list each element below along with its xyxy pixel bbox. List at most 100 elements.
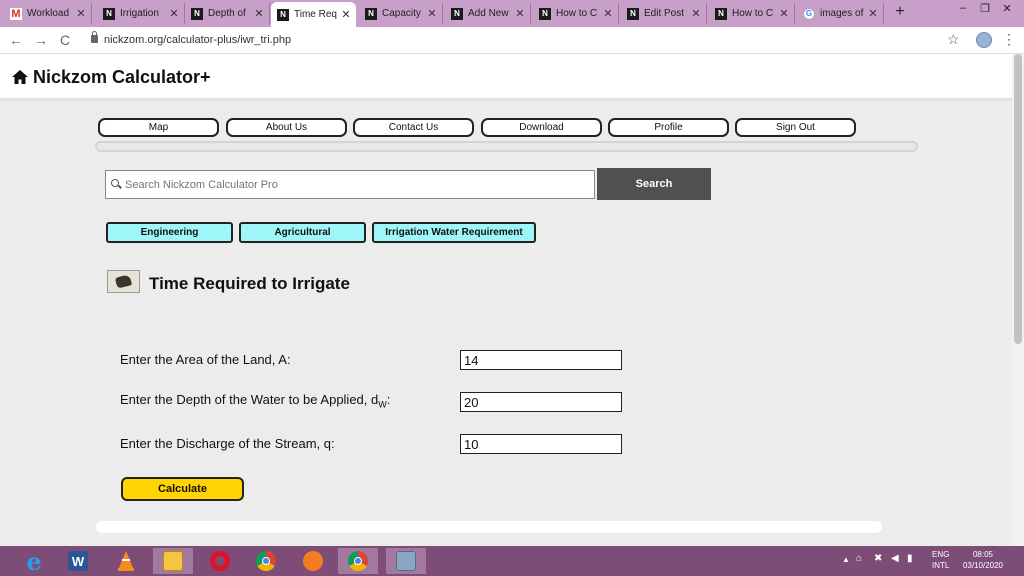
nickzom-icon: N (539, 7, 551, 20)
tab-close-icon[interactable]: ✕ (75, 7, 87, 20)
clock-date: 03/10/2020 (962, 561, 1004, 570)
restore-button[interactable]: ❐ (974, 2, 996, 15)
calculate-button[interactable]: Calculate (121, 477, 244, 501)
tab-title: Time Req (294, 9, 337, 20)
browser-tab[interactable]: N Add New ✕ (445, 3, 531, 24)
system-clock[interactable]: 08:05 03/10/2020 (958, 549, 1008, 571)
chrome-active-icon[interactable] (338, 548, 378, 574)
tab-close-icon[interactable]: ✕ (602, 7, 614, 20)
category-agricultural-button[interactable]: Agricultural (239, 222, 366, 243)
back-icon[interactable]: ← (8, 32, 24, 48)
minimize-button[interactable]: – (952, 2, 974, 14)
show-hidden-icons-icon[interactable]: ▲ (842, 555, 850, 564)
nickzom-icon: N (451, 7, 463, 20)
language-indicator[interactable]: ENG INTL (932, 549, 949, 571)
tab-title: Edit Post (644, 8, 685, 19)
new-tab-button[interactable]: + (893, 3, 907, 21)
wifi-off-icon[interactable]: ✖ (874, 553, 882, 564)
word-icon[interactable]: W (58, 548, 98, 574)
tab-title: Irrigation (120, 8, 159, 19)
depth-label: Enter the Depth of the Water to be Appli… (120, 392, 390, 410)
tab-close-icon[interactable]: ✕ (514, 7, 526, 20)
file-explorer-icon[interactable] (153, 548, 193, 574)
page-scrollbar[interactable] (1012, 54, 1024, 546)
category-irrigation-button[interactable]: Irrigation Water Requirement (372, 222, 536, 243)
tab-title: How to C (556, 8, 598, 19)
depth-input[interactable] (460, 392, 622, 412)
tab-close-icon[interactable]: ✕ (867, 7, 879, 20)
chrome-icon[interactable] (246, 548, 286, 574)
scrollbar-thumb[interactable] (1014, 54, 1022, 344)
browser-tab[interactable]: N How to C ✕ (709, 3, 795, 24)
volume-icon[interactable]: ◀ (891, 553, 899, 564)
tab-close-icon[interactable]: ✕ (690, 7, 702, 20)
tab-close-icon[interactable]: ✕ (253, 7, 265, 20)
browser-tab[interactable]: N How to C ✕ (533, 3, 619, 24)
browser-tab[interactable]: N Irrigation ✕ (97, 3, 185, 24)
area-label: Enter the Area of the Land, A: (120, 352, 291, 367)
category-engineering-button[interactable]: Engineering (106, 222, 233, 243)
opera-icon[interactable] (200, 548, 240, 574)
depth-label-colon: : (386, 392, 391, 407)
area-input[interactable] (460, 350, 622, 370)
browser-tab[interactable]: N Edit Post ✕ (621, 3, 707, 24)
calculator-glyph (396, 551, 416, 571)
tab-title: Capacity (382, 8, 421, 19)
clock-time: 08:05 (972, 550, 994, 559)
tab-close-icon[interactable]: ✕ (168, 7, 180, 20)
menu-contact-button[interactable]: Contact Us (353, 118, 474, 137)
home-icon[interactable] (12, 70, 28, 84)
menu-signout-button[interactable]: Sign Out (735, 118, 856, 137)
language-primary: ENG (932, 550, 950, 559)
internet-explorer-icon[interactable]: e (14, 547, 54, 576)
gmail-icon: M (10, 7, 22, 20)
nickzom-icon: N (715, 7, 727, 20)
calculator-thumbnail-icon (107, 270, 140, 293)
browser-tab[interactable]: N Depth of ✕ (185, 3, 270, 24)
address-bar[interactable]: nickzom.org/calculator-plus/iwr_tri.php (104, 34, 291, 46)
chrome-active-glyph (348, 551, 368, 571)
menu-download-button[interactable]: Download (481, 118, 602, 137)
tab-close-icon[interactable]: ✕ (340, 8, 352, 21)
forward-icon[interactable]: → (33, 32, 49, 48)
search-button[interactable]: Search (597, 168, 711, 200)
nickzom-icon: N (103, 7, 115, 20)
nickzom-icon: N (191, 7, 203, 20)
tab-title: Depth of (208, 8, 246, 19)
site-header: Nickzom Calculator+ (0, 54, 1012, 101)
menu-profile-button[interactable]: Profile (608, 118, 729, 137)
signal-icon[interactable]: ▮ (907, 553, 913, 564)
tab-close-icon[interactable]: ✕ (778, 7, 790, 20)
search-input[interactable] (105, 170, 595, 199)
bookmark-star-icon[interactable]: ☆ (947, 31, 960, 48)
tab-close-icon[interactable]: ✕ (426, 7, 438, 20)
uc-browser-icon[interactable] (293, 548, 333, 574)
calculator-icon[interactable] (386, 548, 426, 574)
network-icon[interactable]: ⌂ (856, 553, 862, 564)
page-title: Time Required to Irrigate (149, 274, 350, 293)
nickzom-icon: N (627, 7, 639, 20)
site-title[interactable]: Nickzom Calculator+ (33, 67, 211, 88)
folder-glyph (163, 551, 183, 571)
nickzom-icon: N (277, 8, 289, 21)
close-window-button[interactable]: ✕ (996, 2, 1018, 15)
browser-toolbar: ← → C nickzom.org/calculator-plus/iwr_tr… (0, 27, 1024, 54)
menu-map-button[interactable]: Map (98, 118, 219, 137)
vlc-icon[interactable] (106, 548, 146, 574)
tab-title: Workload (27, 8, 70, 19)
profile-avatar[interactable] (976, 32, 992, 48)
chrome-glyph (256, 551, 276, 571)
word-glyph: W (68, 551, 88, 571)
browser-tab[interactable]: M Workload ✕ (4, 3, 92, 24)
browser-menu-icon[interactable]: ⋮ (1002, 31, 1016, 48)
discharge-input[interactable] (460, 434, 622, 454)
browser-tab[interactable]: N Capacity ✕ (359, 3, 443, 24)
reload-icon[interactable]: C (57, 32, 73, 48)
browser-tab[interactable]: G images of ✕ (797, 3, 884, 24)
menu-about-button[interactable]: About Us (226, 118, 347, 137)
language-secondary: INTL (932, 561, 950, 570)
tab-title: images of (820, 8, 864, 19)
google-icon: G (803, 7, 815, 20)
tab-title: How to C (732, 8, 774, 19)
browser-tab-active[interactable]: N Time Req ✕ (271, 2, 356, 27)
